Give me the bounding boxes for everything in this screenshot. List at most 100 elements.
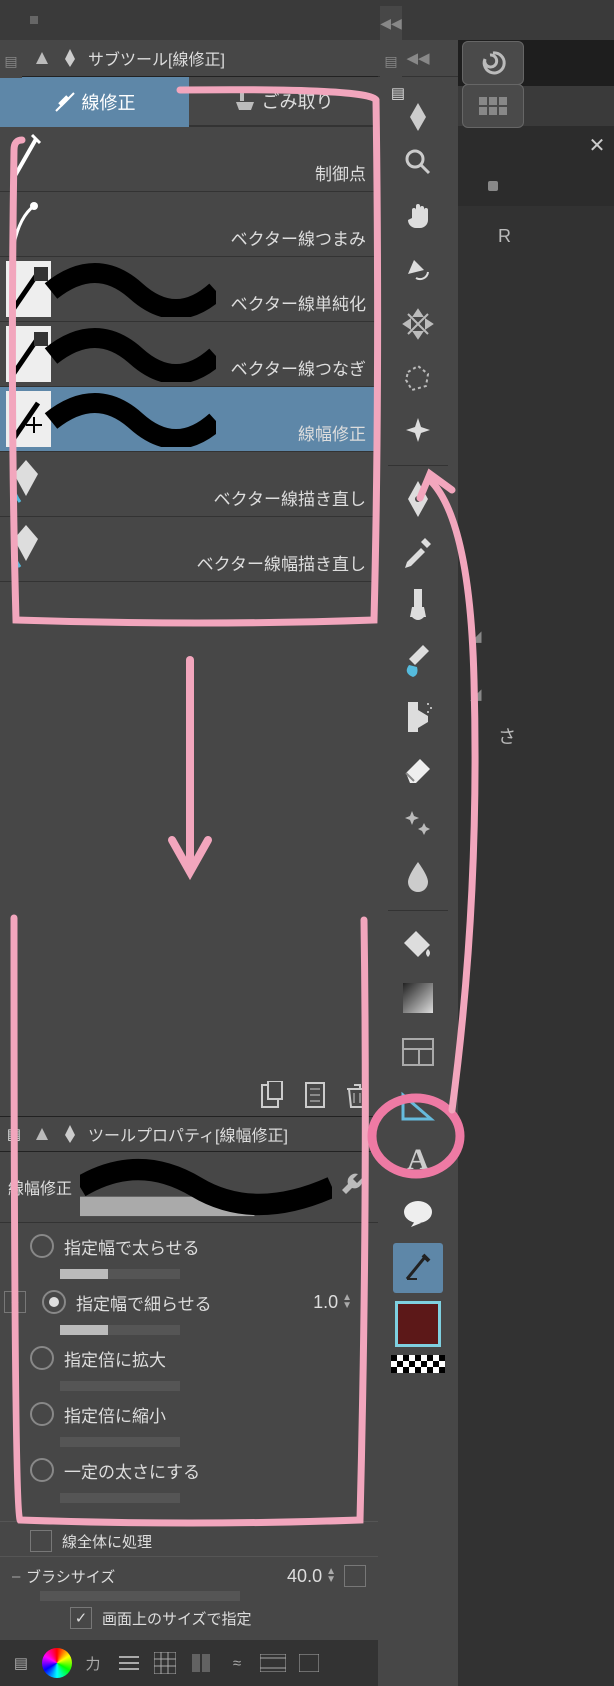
option-label: 一定の太さにする xyxy=(64,1458,200,1483)
slider-icon[interactable] xyxy=(114,1648,144,1678)
paste-icon[interactable] xyxy=(256,1078,290,1112)
tool-gradient[interactable] xyxy=(393,973,443,1023)
mini-slider[interactable] xyxy=(60,1493,180,1503)
panel-menu-icon[interactable]: ▤ xyxy=(4,1124,24,1144)
approx-icon[interactable]: ≈ xyxy=(222,1648,252,1678)
swatch-grid-icon[interactable] xyxy=(150,1648,180,1678)
link-checkbox[interactable] xyxy=(344,1565,366,1587)
tool-ruler[interactable] xyxy=(393,1081,443,1131)
radio-icon[interactable] xyxy=(30,1458,54,1482)
mini-slider[interactable] xyxy=(60,1269,180,1279)
mini-slider[interactable] xyxy=(60,1381,180,1391)
brush-size-row[interactable]: – ブラシサイズ 40.0 ▲▼ xyxy=(0,1556,378,1591)
mini-slider[interactable] xyxy=(60,1437,180,1447)
doc-icon[interactable] xyxy=(298,1078,332,1112)
subtool-pen-icon xyxy=(60,48,80,68)
brush-size-value[interactable]: 40.0 ▲▼ xyxy=(287,1566,336,1587)
subtool-item-connect[interactable]: ベクター線つなぎ xyxy=(0,322,378,387)
option-thin[interactable]: + 指定幅で細らせる 1.0 ▲▼ xyxy=(0,1279,378,1325)
collapse-left[interactable]: ▤ xyxy=(0,44,22,78)
grid-view-button[interactable] xyxy=(462,84,524,128)
spinner-icon[interactable]: ▲▼ xyxy=(326,1568,336,1584)
history-icon[interactable] xyxy=(186,1648,216,1678)
option-thicken[interactable]: 指定幅で太らせる xyxy=(0,1223,378,1269)
collapse-arrow[interactable]: ◢ xyxy=(458,685,614,703)
tool-brush-thick[interactable] xyxy=(393,582,443,632)
tool-brush-paint[interactable] xyxy=(393,636,443,686)
thumb-stroke xyxy=(6,326,216,382)
tool-property-header[interactable]: ▤ ツールプロパティ[線幅修正] xyxy=(0,1116,378,1152)
right-tab-row xyxy=(458,86,614,126)
checkbox-icon[interactable] xyxy=(30,1530,52,1552)
tool-balloon[interactable] xyxy=(393,1189,443,1239)
subtool-item-control-point[interactable]: 制御点 xyxy=(0,127,378,192)
tool-lasso-polygon[interactable] xyxy=(393,353,443,403)
tool-auto-select[interactable] xyxy=(393,407,443,457)
tool-decoration[interactable] xyxy=(393,798,443,848)
tool-eraser[interactable] xyxy=(393,744,443,794)
transparent-swatch[interactable] xyxy=(391,1355,445,1373)
tool-airbrush[interactable] xyxy=(393,690,443,740)
subtool-item-redraw[interactable]: ベクター線描き直し xyxy=(0,452,378,517)
spinner-icon[interactable]: ▲▼ xyxy=(342,1294,352,1310)
right-column: ✕ R ◢ ◢ さ xyxy=(458,40,614,1686)
on-screen-row[interactable]: 画面上のサイズで指定 xyxy=(0,1601,378,1635)
collapse-toggle[interactable]: – xyxy=(12,1568,26,1585)
option-constant[interactable]: 一定の太さにする xyxy=(0,1447,378,1493)
tool-line-correct[interactable] xyxy=(393,1243,443,1293)
menu-marker xyxy=(30,16,38,24)
tool-move[interactable] xyxy=(393,299,443,349)
subtool-item-width[interactable]: 線幅修正 xyxy=(0,387,378,452)
main-area: ▤ サブツール[線修正] 線修正 ごみ取り xyxy=(0,40,614,1686)
checkbox-icon[interactable] xyxy=(70,1607,92,1629)
tool-frame[interactable] xyxy=(393,1027,443,1077)
subtool-label: ベクター線単純化 xyxy=(231,290,366,315)
radio-icon[interactable] xyxy=(30,1234,54,1258)
tool-blend[interactable] xyxy=(393,852,443,902)
separator xyxy=(388,465,448,466)
collapse-mid[interactable]: ▤ xyxy=(380,44,402,78)
expand-icon[interactable]: + xyxy=(4,1291,26,1313)
close-icon[interactable]: ✕ xyxy=(584,133,610,159)
option-enlarge[interactable]: 指定倍に拡大 xyxy=(0,1335,378,1381)
tab-dust[interactable]: ごみ取り xyxy=(189,77,378,127)
line-correct-icon xyxy=(54,91,76,113)
amount-value[interactable]: 1.0 ▲▼ xyxy=(313,1292,352,1313)
subtool-item-pinch[interactable]: ベクター線つまみ xyxy=(0,192,378,257)
tab-line-correct[interactable]: 線修正 xyxy=(0,77,189,127)
brush-size-slider[interactable] xyxy=(40,1591,240,1601)
subtool-panel-header[interactable]: ▤ サブツール[線修正] xyxy=(0,40,378,77)
tool-pen[interactable] xyxy=(393,474,443,524)
wrench-icon[interactable] xyxy=(338,1170,372,1204)
option-shrink[interactable]: 指定倍に縮小 xyxy=(0,1391,378,1437)
radio-icon[interactable] xyxy=(42,1290,66,1314)
subtool-item-width-redraw[interactable]: ベクター線幅描き直し xyxy=(0,517,378,582)
tool-property-title: ツールプロパティ[線幅修正] xyxy=(88,1122,378,1146)
thumb-stroke xyxy=(6,391,216,447)
panel-menu-icon[interactable]: ▤ xyxy=(6,1648,36,1678)
whole-line-row[interactable]: 線全体に処理 xyxy=(0,1521,378,1556)
more-icon[interactable] xyxy=(294,1648,324,1678)
film-icon[interactable] xyxy=(258,1648,288,1678)
whole-line-label: 線全体に処理 xyxy=(62,1531,152,1552)
mini-slider[interactable] xyxy=(60,1325,180,1335)
subtool-item-simplify[interactable]: ベクター線単純化 xyxy=(0,257,378,322)
collapse-mid-top[interactable]: ◀◀ xyxy=(380,6,402,40)
tool-hand[interactable] xyxy=(393,191,443,241)
trash-icon[interactable] xyxy=(340,1078,374,1112)
tool-rotate[interactable] xyxy=(393,245,443,295)
property-stroke-preview xyxy=(80,1157,332,1217)
spiral-button[interactable] xyxy=(462,41,524,85)
color-wheel-icon[interactable] xyxy=(42,1648,72,1678)
foreground-color-swatch[interactable] xyxy=(395,1301,441,1347)
tool-text[interactable]: A xyxy=(393,1135,443,1185)
tool-fill[interactable] xyxy=(393,919,443,969)
collapse-arrow[interactable]: ◢ xyxy=(458,627,614,645)
nav-label: 力 xyxy=(78,1648,108,1678)
tool-magnifier[interactable] xyxy=(393,137,443,187)
radio-icon[interactable] xyxy=(30,1402,54,1426)
tool-dropper[interactable] xyxy=(393,528,443,578)
panel-menu-icon[interactable]: ▤ xyxy=(388,83,408,103)
radio-icon[interactable] xyxy=(30,1346,54,1370)
prop-pen-icon xyxy=(60,1124,80,1144)
